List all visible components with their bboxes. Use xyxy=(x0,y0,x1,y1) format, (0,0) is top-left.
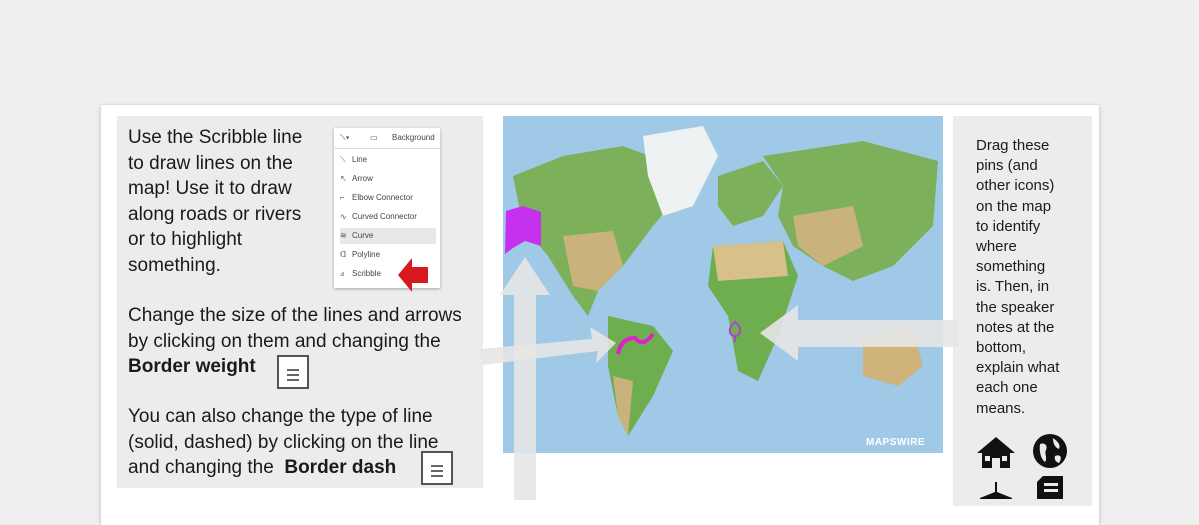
menu-item-line[interactable]: ⟍ Line xyxy=(340,152,436,168)
text-line: on the map xyxy=(976,197,1052,215)
plane-icon[interactable] xyxy=(978,480,1014,499)
text-line: each one xyxy=(976,379,1038,397)
menu-item-curved-connector[interactable]: ∿ Curved Connector xyxy=(340,209,436,225)
text-line: something. xyxy=(128,254,221,276)
text-line: map! Use it to draw xyxy=(128,178,292,199)
text-line: the speaker xyxy=(976,298,1055,316)
border-weight-icon[interactable] xyxy=(277,355,309,389)
text-line: is. Then, in xyxy=(976,278,1050,296)
scribble-instructions: Use the Scribble line to draw lines on t… xyxy=(128,125,302,278)
text-line: You can also change the type of line xyxy=(128,406,433,427)
text-line: something xyxy=(976,258,1046,276)
text-line: and changing the xyxy=(128,457,274,478)
text-line: pins (and xyxy=(976,157,1038,175)
text-line: or to highlight xyxy=(128,229,243,250)
text-line: means. xyxy=(976,399,1026,417)
pin-instructions: Drag these pins (and other icons) on the… xyxy=(976,136,1086,419)
border-dash-label: Border dash xyxy=(284,457,397,478)
text-line: notes at the xyxy=(976,318,1055,336)
red-arrow-icon xyxy=(398,258,428,292)
text-line: other icons) xyxy=(976,177,1055,195)
text-line: where xyxy=(976,238,1017,256)
text-line: along roads or rivers xyxy=(128,203,302,225)
line-tool-icon: ⟍▾ xyxy=(340,133,350,142)
text-line: explain what xyxy=(976,359,1060,377)
globe-icon[interactable] xyxy=(1031,432,1069,470)
text-line: Drag these xyxy=(976,137,1050,154)
text-line: to draw lines on the xyxy=(128,152,293,174)
menu-toolbar: ⟍▾ ▭ Background xyxy=(334,128,440,149)
menu-item-arrow[interactable]: ↖ Arrow xyxy=(340,171,436,187)
text-line: bottom, xyxy=(976,339,1027,357)
menu-item-elbow-connector[interactable]: ⌐ Elbow Connector xyxy=(340,190,436,206)
background-button[interactable]: Background xyxy=(392,133,435,142)
text-line: to identify xyxy=(976,217,1041,235)
image-icon: ▭ xyxy=(370,133,378,142)
text-line: Change the size of the lines and arrows xyxy=(128,305,462,326)
document-icon[interactable] xyxy=(1035,474,1065,499)
house-icon[interactable] xyxy=(975,434,1017,470)
pointer-arrows xyxy=(480,257,958,500)
text-line: (solid, dashed) by clicking on the line xyxy=(128,431,439,453)
border-weight-label: Border weight xyxy=(128,356,256,377)
menu-item-curve[interactable]: ≋ Curve xyxy=(340,228,436,244)
border-dash-icon[interactable] xyxy=(421,451,453,485)
text-line: by clicking on them and changing the xyxy=(128,330,441,352)
text-line: Use the Scribble line xyxy=(128,127,303,148)
border-dash-instructions: You can also change the type of line (so… xyxy=(128,404,439,481)
